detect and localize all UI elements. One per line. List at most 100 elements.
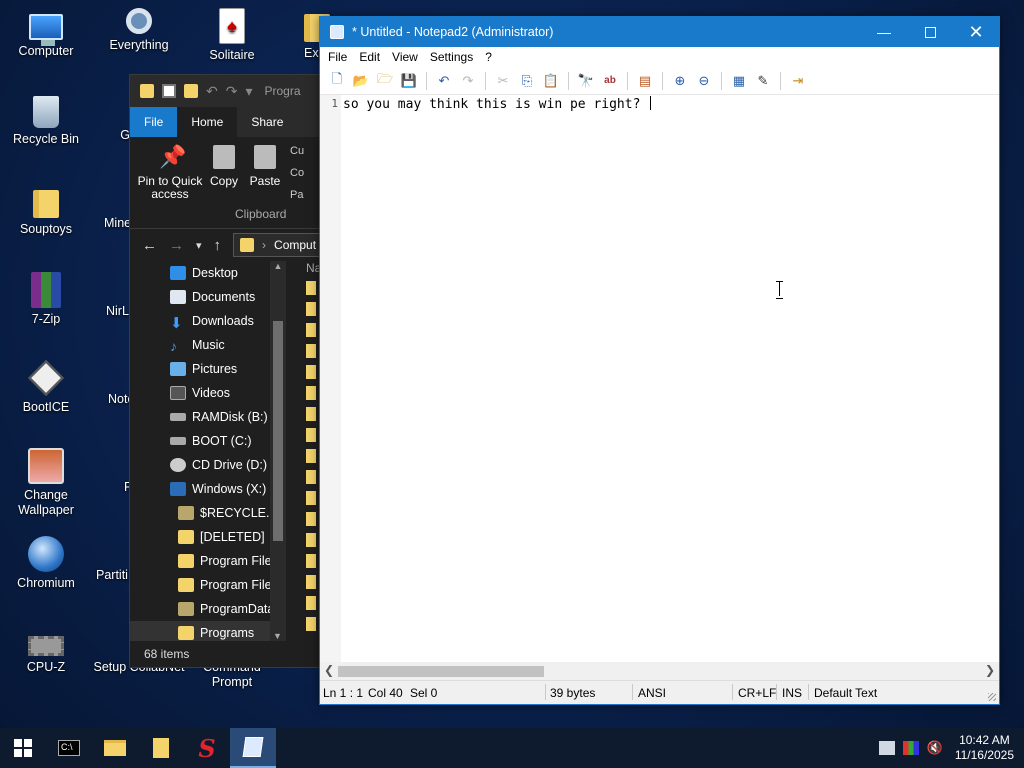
undo-icon[interactable]: ↶ bbox=[433, 70, 455, 92]
folder-icon[interactable] bbox=[306, 491, 316, 505]
desktop-icon-note[interactable]: Note bbox=[92, 360, 134, 407]
notepad2-window[interactable]: * Untitled - Notepad2 (Administrator) ― … bbox=[319, 16, 1000, 705]
tree-item[interactable]: Windows (X:) bbox=[130, 477, 286, 501]
status-encoding[interactable]: ANSI bbox=[638, 686, 666, 700]
minimize-button[interactable]: ― bbox=[861, 17, 907, 47]
desktop-icon-chromium[interactable]: Chromium bbox=[0, 536, 92, 591]
desktop-icon-partition[interactable]: Partiti bbox=[92, 536, 132, 583]
network-icon[interactable] bbox=[878, 741, 895, 755]
start-button[interactable] bbox=[0, 728, 46, 768]
scroll-down-icon[interactable]: ▼ bbox=[273, 631, 282, 641]
folder-icon[interactable] bbox=[306, 302, 316, 316]
folder-icon[interactable] bbox=[306, 449, 316, 463]
recent-locations-icon[interactable]: ▾ bbox=[196, 239, 202, 252]
folder-icon[interactable] bbox=[306, 365, 316, 379]
tree-item[interactable]: Desktop bbox=[130, 261, 286, 285]
redo-icon[interactable]: ↷ bbox=[457, 70, 479, 92]
copy-icon[interactable]: ⎘ bbox=[516, 70, 538, 92]
folder-icon[interactable] bbox=[306, 470, 316, 484]
cut-button[interactable]: Cu bbox=[290, 145, 304, 157]
folder-icon[interactable] bbox=[306, 386, 316, 400]
tree-item[interactable]: Pictures bbox=[130, 357, 286, 381]
volume-muted-icon[interactable]: 🔇 bbox=[927, 740, 943, 756]
tree-item[interactable]: RAMDisk (B:) bbox=[130, 405, 286, 429]
new-folder-icon[interactable] bbox=[184, 84, 198, 98]
word-wrap-icon[interactable]: ▤ bbox=[634, 70, 656, 92]
properties-icon[interactable] bbox=[162, 84, 176, 98]
tab-file[interactable]: File bbox=[130, 107, 178, 137]
desktop-icon-computer[interactable]: Computer bbox=[0, 8, 92, 59]
scheme-icon[interactable]: ▦ bbox=[728, 70, 750, 92]
address-bar[interactable]: › Comput bbox=[233, 233, 328, 257]
scroll-right-icon[interactable]: ❯ bbox=[985, 663, 995, 677]
menu-edit[interactable]: Edit bbox=[353, 50, 386, 64]
folder-icon[interactable] bbox=[306, 344, 316, 358]
color-tray-icon[interactable] bbox=[902, 741, 919, 755]
browse-icon[interactable]: 🗁 bbox=[374, 70, 396, 92]
scroll-left-icon[interactable]: ❮ bbox=[324, 663, 334, 677]
replace-icon[interactable]: ab bbox=[599, 70, 621, 92]
menu-help[interactable]: ? bbox=[479, 50, 498, 64]
tree-item[interactable]: ProgramData bbox=[130, 597, 286, 621]
pin-to-quick-access-button[interactable]: 📌 Pin to Quick access bbox=[136, 145, 204, 201]
folder-icon[interactable] bbox=[306, 281, 316, 295]
zoom-in-icon[interactable]: ⊕ bbox=[669, 70, 691, 92]
menu-settings[interactable]: Settings bbox=[424, 50, 479, 64]
desktop-icon-solitaire[interactable]: ♠ Solitaire bbox=[186, 8, 278, 63]
forward-icon[interactable]: → bbox=[169, 237, 184, 254]
new-file-icon[interactable]: 🗋 bbox=[326, 70, 348, 92]
tree-item[interactable]: BOOT (C:) bbox=[130, 429, 286, 453]
tree-item[interactable]: Program Files bbox=[130, 573, 286, 597]
desktop-icon-cpuz[interactable]: CPU-Z bbox=[0, 624, 92, 675]
tab-share[interactable]: Share bbox=[237, 107, 297, 137]
status-line-position[interactable]: Ln 1 : 1 bbox=[323, 686, 363, 700]
taskbar-file-explorer[interactable] bbox=[92, 728, 138, 768]
notepad-icon[interactable] bbox=[330, 25, 344, 39]
scroll-up-icon[interactable]: ▲ bbox=[270, 261, 286, 271]
copy-path-button[interactable]: Co bbox=[290, 167, 304, 179]
desktop-icon-recycle-bin[interactable]: Recycle Bin bbox=[0, 96, 92, 147]
explorer-titlebar[interactable]: ↶ ↷ ▾ Progra bbox=[130, 75, 328, 107]
folder-icon[interactable] bbox=[306, 323, 316, 337]
undo-icon[interactable]: ↶ bbox=[206, 84, 218, 98]
tree-item[interactable]: $RECYCLE.BIN bbox=[130, 501, 286, 525]
text-editor[interactable]: 1 so you may think this is win pe right? bbox=[320, 95, 999, 662]
taskbar-folder[interactable] bbox=[138, 728, 184, 768]
status-insert-mode[interactable]: INS bbox=[782, 686, 802, 700]
scrollbar-thumb[interactable] bbox=[338, 666, 544, 677]
desktop-icon-everything[interactable]: Everything bbox=[93, 8, 185, 53]
menu-file[interactable]: File bbox=[322, 50, 353, 64]
tree-item[interactable]: Videos bbox=[130, 381, 286, 405]
folder-icon[interactable] bbox=[306, 596, 316, 610]
desktop-icon-souptoys[interactable]: Souptoys bbox=[0, 184, 92, 237]
menu-view[interactable]: View bbox=[386, 50, 424, 64]
back-icon[interactable]: ← bbox=[142, 237, 157, 254]
folder-icon[interactable] bbox=[306, 428, 316, 442]
tree-item[interactable]: CD Drive (D:) H bbox=[130, 453, 286, 477]
paste-button[interactable]: Paste bbox=[248, 145, 282, 188]
paste-icon[interactable]: 📋 bbox=[540, 70, 562, 92]
desktop-icon-mine[interactable]: Mine bbox=[92, 184, 132, 231]
tree-item[interactable]: ♪ Music bbox=[130, 333, 286, 357]
zoom-out-icon[interactable]: ⊖ bbox=[693, 70, 715, 92]
taskbar-command-prompt[interactable]: C:\ bbox=[46, 728, 92, 768]
tree-item[interactable]: Program Files bbox=[130, 549, 286, 573]
editor-text-area[interactable]: so you may think this is win pe right? bbox=[342, 95, 999, 662]
redo-icon[interactable]: ↷ bbox=[226, 84, 238, 98]
maximize-button[interactable] bbox=[907, 17, 953, 47]
open-file-icon[interactable]: 📂 bbox=[350, 70, 372, 92]
notepad-titlebar[interactable]: * Untitled - Notepad2 (Administrator) ― … bbox=[320, 17, 999, 47]
tree-item[interactable]: Programs bbox=[130, 621, 286, 641]
tab-home[interactable]: Home bbox=[177, 107, 238, 137]
chevron-down-icon[interactable]: ▾ bbox=[245, 84, 252, 98]
find-icon[interactable]: 🔭 bbox=[575, 70, 597, 92]
tree-item[interactable]: [DELETED] bbox=[130, 525, 286, 549]
desktop-icon-7zip[interactable]: 7-Zip bbox=[0, 272, 92, 327]
customize-scheme-icon[interactable]: ✎ bbox=[752, 70, 774, 92]
horizontal-scrollbar[interactable]: ❮ ❯ bbox=[320, 662, 999, 680]
desktop-icon-nirl[interactable]: NirL bbox=[92, 272, 132, 319]
folder-icon[interactable] bbox=[306, 407, 316, 421]
tree-item[interactable]: Documents bbox=[130, 285, 286, 309]
file-explorer-window[interactable]: ↶ ↷ ▾ Progra File Home Share 📌 Pin to Qu… bbox=[129, 74, 329, 668]
folder-icon[interactable] bbox=[306, 617, 316, 631]
